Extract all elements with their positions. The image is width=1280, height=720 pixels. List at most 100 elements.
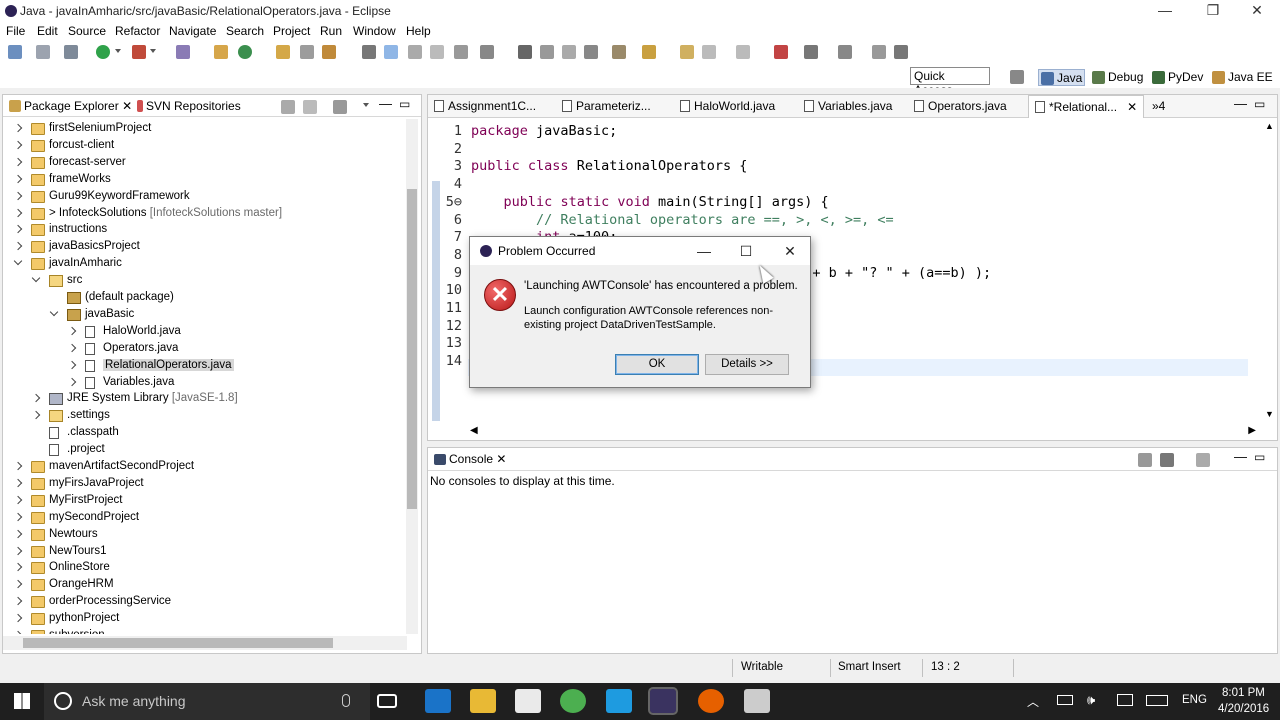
tab-console[interactable]: Console ✕: [434, 452, 506, 466]
collapsed-twisty-icon[interactable]: [13, 461, 23, 471]
highlight-icon[interactable]: [384, 45, 398, 59]
perspective-javaee[interactable]: Java EE: [1210, 69, 1275, 86]
tab-package-explorer[interactable]: Package Explorer ✕: [9, 99, 132, 113]
package-vertical-scrollbar[interactable]: [406, 119, 418, 634]
collapsed-twisty-icon[interactable]: [67, 360, 77, 369]
history-icon[interactable]: [736, 45, 750, 59]
save-all-icon[interactable]: [872, 45, 886, 59]
collapsed-twisty-icon[interactable]: [13, 225, 23, 234]
tree-item[interactable]: MyFirstProject: [13, 493, 383, 510]
close-tab-icon[interactable]: ✕: [496, 452, 506, 466]
tree-item[interactable]: orderProcessingService: [13, 594, 383, 611]
open-console-icon[interactable]: [1196, 453, 1210, 467]
print-icon[interactable]: [894, 45, 908, 59]
editor-horizontal-scrollbar[interactable]: ◀ ▶: [468, 425, 1258, 439]
collapsed-twisty-icon[interactable]: [13, 630, 23, 634]
tree-item[interactable]: javaInAmharic: [13, 256, 383, 273]
collapsed-twisty-icon[interactable]: [13, 512, 23, 521]
menu-refactor[interactable]: Refactor: [115, 24, 160, 38]
tree-item[interactable]: firstSeleniumProject: [13, 121, 383, 138]
app-icon[interactable]: [744, 689, 770, 713]
display-console-icon[interactable]: [1160, 453, 1174, 467]
code-line[interactable]: 3 public class RelationalOperators {: [428, 158, 1228, 176]
perspective-pydev[interactable]: PyDev: [1150, 69, 1205, 86]
debug-icon[interactable]: [64, 45, 78, 59]
close-tab-icon[interactable]: ✕: [1127, 100, 1137, 114]
collapse-all-icon[interactable]: [281, 100, 295, 114]
tab-svn-repositories[interactable]: SVN Repositories: [137, 99, 241, 113]
show-whitespace-icon[interactable]: [430, 45, 444, 59]
prev-annotation-icon[interactable]: [642, 45, 656, 59]
collapsed-twisty-icon[interactable]: [13, 546, 23, 555]
collapsed-twisty-icon[interactable]: [31, 411, 41, 420]
tree-item[interactable]: Newtours: [13, 527, 383, 544]
store-icon[interactable]: [515, 689, 541, 713]
skype-icon[interactable]: [606, 689, 632, 713]
details-button[interactable]: Details >>: [705, 354, 789, 375]
tree-item[interactable]: forcust-client: [13, 138, 383, 155]
microphone-icon[interactable]: [342, 694, 350, 707]
code-line[interactable]: 2: [428, 141, 1228, 159]
collapsed-twisty-icon[interactable]: [13, 208, 23, 217]
expanded-twisty-icon[interactable]: [13, 256, 23, 266]
tree-item[interactable]: mySecondProject: [13, 510, 383, 527]
chrome-icon[interactable]: [560, 689, 586, 713]
forward-icon[interactable]: [702, 45, 716, 59]
run-icon[interactable]: [96, 45, 110, 59]
tab-parameteriz[interactable]: Parameteriz...: [562, 99, 651, 113]
tab-assignment1c[interactable]: Assignment1C...: [434, 99, 536, 113]
tree-item[interactable]: Variables.java: [67, 375, 383, 392]
collapsed-twisty-icon[interactable]: [13, 580, 23, 589]
eclipse-taskbar-icon[interactable]: [648, 687, 678, 715]
tree-item[interactable]: .project: [31, 442, 383, 459]
action-center-icon[interactable]: [1117, 694, 1133, 706]
tab-haloworld[interactable]: HaloWorld.java: [680, 99, 775, 113]
collapsed-twisty-icon[interactable]: [31, 394, 41, 403]
tree-item[interactable]: forecast-server: [13, 155, 383, 172]
dialog-minimize-button[interactable]: —: [690, 240, 718, 262]
collapsed-twisty-icon[interactable]: [13, 495, 23, 505]
menu-file[interactable]: File: [6, 24, 25, 38]
code-line[interactable]: 6 // Relational operators are ==, >, <, …: [428, 212, 1228, 230]
collapsed-twisty-icon[interactable]: [13, 529, 23, 538]
collapsed-twisty-icon[interactable]: [13, 174, 23, 183]
tree-item[interactable]: subversion: [13, 628, 383, 634]
menu-window[interactable]: Window: [353, 24, 396, 38]
tree-item[interactable]: myFirsJavaProject: [13, 476, 383, 493]
tree-item[interactable]: HaloWorld.java: [67, 324, 383, 341]
resume-icon[interactable]: [518, 45, 532, 59]
link-editor-icon[interactable]: [303, 100, 317, 114]
collapsed-twisty-icon[interactable]: [13, 596, 23, 606]
ok-button[interactable]: OK: [615, 354, 699, 375]
code-line[interactable]: 4: [428, 176, 1228, 194]
block-select-icon[interactable]: [454, 45, 468, 59]
open-perspective-toolbar-icon[interactable]: [804, 45, 818, 59]
file-explorer-icon[interactable]: [470, 689, 496, 713]
tree-item[interactable]: frameWorks: [13, 172, 383, 189]
word-wrap-icon[interactable]: [408, 45, 422, 59]
window-icon[interactable]: [838, 45, 852, 59]
dialog-maximize-button[interactable]: ☐: [732, 240, 760, 262]
view-menu-icon[interactable]: [363, 103, 369, 107]
maximize-editor-icon[interactable]: ▭: [1254, 97, 1265, 111]
tree-item[interactable]: javaBasic: [49, 307, 383, 324]
tree-item[interactable]: instructions: [13, 222, 383, 239]
tree-item[interactable]: Operators.java: [67, 341, 383, 358]
tree-item[interactable]: > InfoteckSolutions [InfoteckSolutions m…: [13, 206, 383, 223]
tree-item[interactable]: (default package): [49, 290, 383, 307]
start-icon[interactable]: [14, 693, 30, 709]
tree-item[interactable]: Guru99KeywordFramework: [13, 189, 383, 206]
new-class-icon[interactable]: [238, 45, 252, 59]
view-filter-icon[interactable]: [333, 100, 347, 114]
menu-source[interactable]: Source: [68, 24, 106, 38]
collapsed-twisty-icon[interactable]: [13, 613, 23, 623]
collapsed-twisty-icon[interactable]: [67, 377, 77, 386]
editor-vertical-scrollbar[interactable]: ▲ ▼: [1263, 119, 1277, 424]
volume-icon[interactable]: 🕪: [1087, 692, 1095, 708]
minimize-console-icon[interactable]: —: [1234, 449, 1247, 464]
menu-run[interactable]: Run: [320, 24, 342, 38]
tab-operators[interactable]: Operators.java: [914, 99, 1007, 113]
collapsed-twisty-icon[interactable]: [13, 242, 23, 251]
tree-item[interactable]: .settings: [31, 408, 383, 425]
tab-variables[interactable]: Variables.java: [804, 99, 892, 113]
